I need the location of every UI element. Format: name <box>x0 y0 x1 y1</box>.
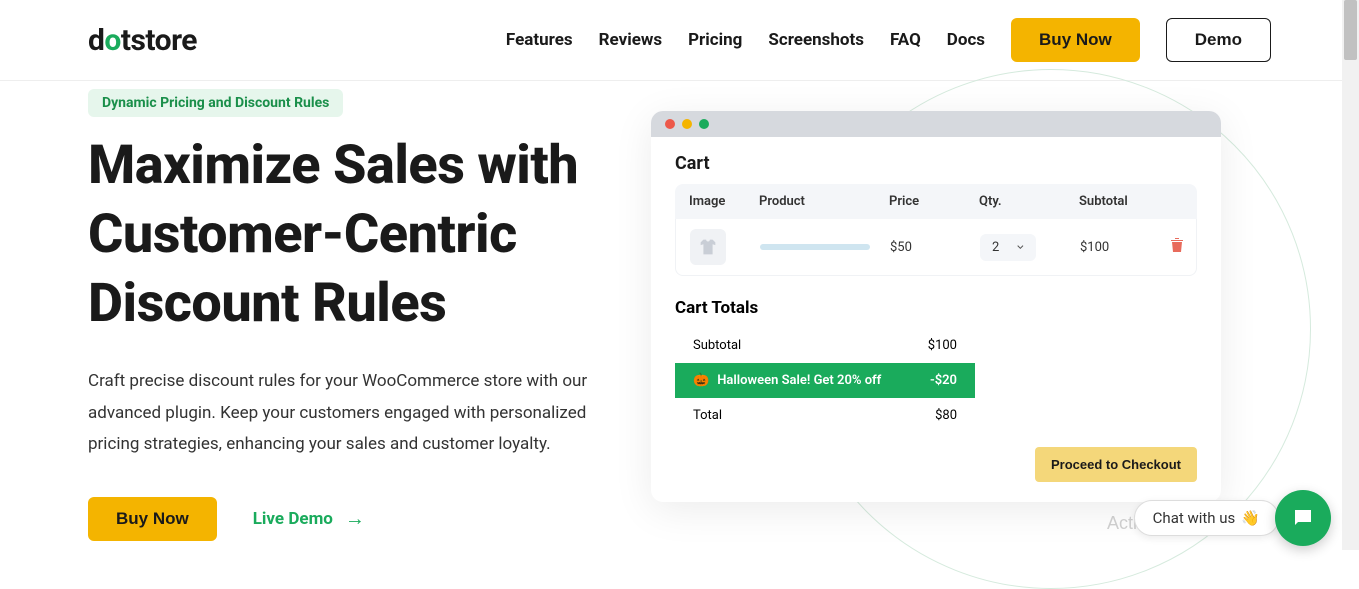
logo-rest: tstore <box>121 23 197 58</box>
nav-screenshots[interactable]: Screenshots <box>768 30 864 50</box>
subtotal-value: $100 <box>928 338 957 353</box>
total-value: $80 <box>935 408 957 423</box>
cart-header-row: Image Product Price Qty. Subtotal <box>675 184 1197 219</box>
pumpkin-icon: 🎃 <box>693 373 709 388</box>
logo-o: o <box>104 23 120 58</box>
discount-row: 🎃 Halloween Sale! Get 20% off -$20 <box>675 363 975 398</box>
logo[interactable]: dotstore <box>88 23 197 58</box>
nav-pricing[interactable]: Pricing <box>688 30 742 50</box>
logo-d: d <box>88 23 104 58</box>
hero-text: Craft precise discount rules for your Wo… <box>88 366 621 460</box>
chat-icon <box>1291 506 1315 530</box>
total-label: Total <box>693 408 722 423</box>
chat-label: Chat with us <box>1153 509 1236 527</box>
hero-title: Maximize Sales with Customer-Centric Dis… <box>88 131 621 338</box>
arrow-right-icon: → <box>345 506 365 531</box>
scrollbar[interactable] <box>1342 0 1359 550</box>
cart-title: Cart <box>675 153 1197 174</box>
cart-totals-title: Cart Totals <box>675 298 1197 318</box>
hero-left: Dynamic Pricing and Discount Rules Maxim… <box>88 89 621 541</box>
chat-widget[interactable]: Chat with us 👋 <box>1134 500 1279 536</box>
product-name-placeholder <box>760 244 870 250</box>
product-image <box>690 229 726 265</box>
sale-value: -$20 <box>930 373 957 388</box>
col-qty: Qty. <box>979 194 1079 209</box>
cart-mockup: Cart Image Product Price Qty. Subtotal $… <box>651 111 1221 502</box>
row-subtotal: $100 <box>1080 240 1170 255</box>
wave-icon: 👋 <box>1241 509 1260 527</box>
window-max-icon <box>699 119 709 129</box>
col-image: Image <box>689 194 759 209</box>
nav-docs[interactable]: Docs <box>947 30 985 50</box>
nav: Features Reviews Pricing Screenshots FAQ… <box>506 18 1271 62</box>
col-price: Price <box>889 194 979 209</box>
window-min-icon <box>682 119 692 129</box>
totals-box: Subtotal $100 🎃 Halloween Sale! Get 20% … <box>675 328 975 433</box>
shirt-icon <box>697 236 719 258</box>
hero-right: Cart Image Product Price Qty. Subtotal $… <box>651 89 1271 541</box>
chat-fab[interactable] <box>1275 490 1331 546</box>
scrollbar-thumb[interactable] <box>1344 0 1357 60</box>
qty-select[interactable]: 2 <box>980 234 1036 261</box>
trash-icon[interactable] <box>1170 237 1200 257</box>
total-row: Total $80 <box>675 398 975 433</box>
row-price: $50 <box>890 240 980 255</box>
live-demo-label: Live Demo <box>253 509 333 529</box>
window-close-icon <box>665 119 675 129</box>
nav-reviews[interactable]: Reviews <box>599 30 662 50</box>
demo-button[interactable]: Demo <box>1166 18 1271 62</box>
category-badge: Dynamic Pricing and Discount Rules <box>88 89 343 117</box>
chevron-down-icon <box>1017 242 1024 252</box>
subtotal-label: Subtotal <box>693 338 741 353</box>
buy-now-button[interactable]: Buy Now <box>1011 18 1140 62</box>
cart-row: $50 2 $100 <box>675 219 1197 276</box>
hero-buy-button[interactable]: Buy Now <box>88 497 217 541</box>
nav-faq[interactable]: FAQ <box>890 30 921 50</box>
main: Dynamic Pricing and Discount Rules Maxim… <box>0 81 1359 541</box>
qty-value: 2 <box>992 240 999 255</box>
hero-actions: Buy Now Live Demo → <box>88 497 621 541</box>
mock-body: Cart Image Product Price Qty. Subtotal $… <box>651 137 1221 502</box>
nav-features[interactable]: Features <box>506 30 573 50</box>
window-titlebar <box>651 111 1221 137</box>
checkout-button[interactable]: Proceed to Checkout <box>1035 447 1197 482</box>
header: dotstore Features Reviews Pricing Screen… <box>0 0 1359 81</box>
subtotal-row: Subtotal $100 <box>675 328 975 363</box>
sale-text: Halloween Sale! Get 20% off <box>717 373 881 388</box>
col-product: Product <box>759 194 889 209</box>
live-demo-link[interactable]: Live Demo → <box>253 506 365 531</box>
col-subtotal: Subtotal <box>1079 194 1169 209</box>
